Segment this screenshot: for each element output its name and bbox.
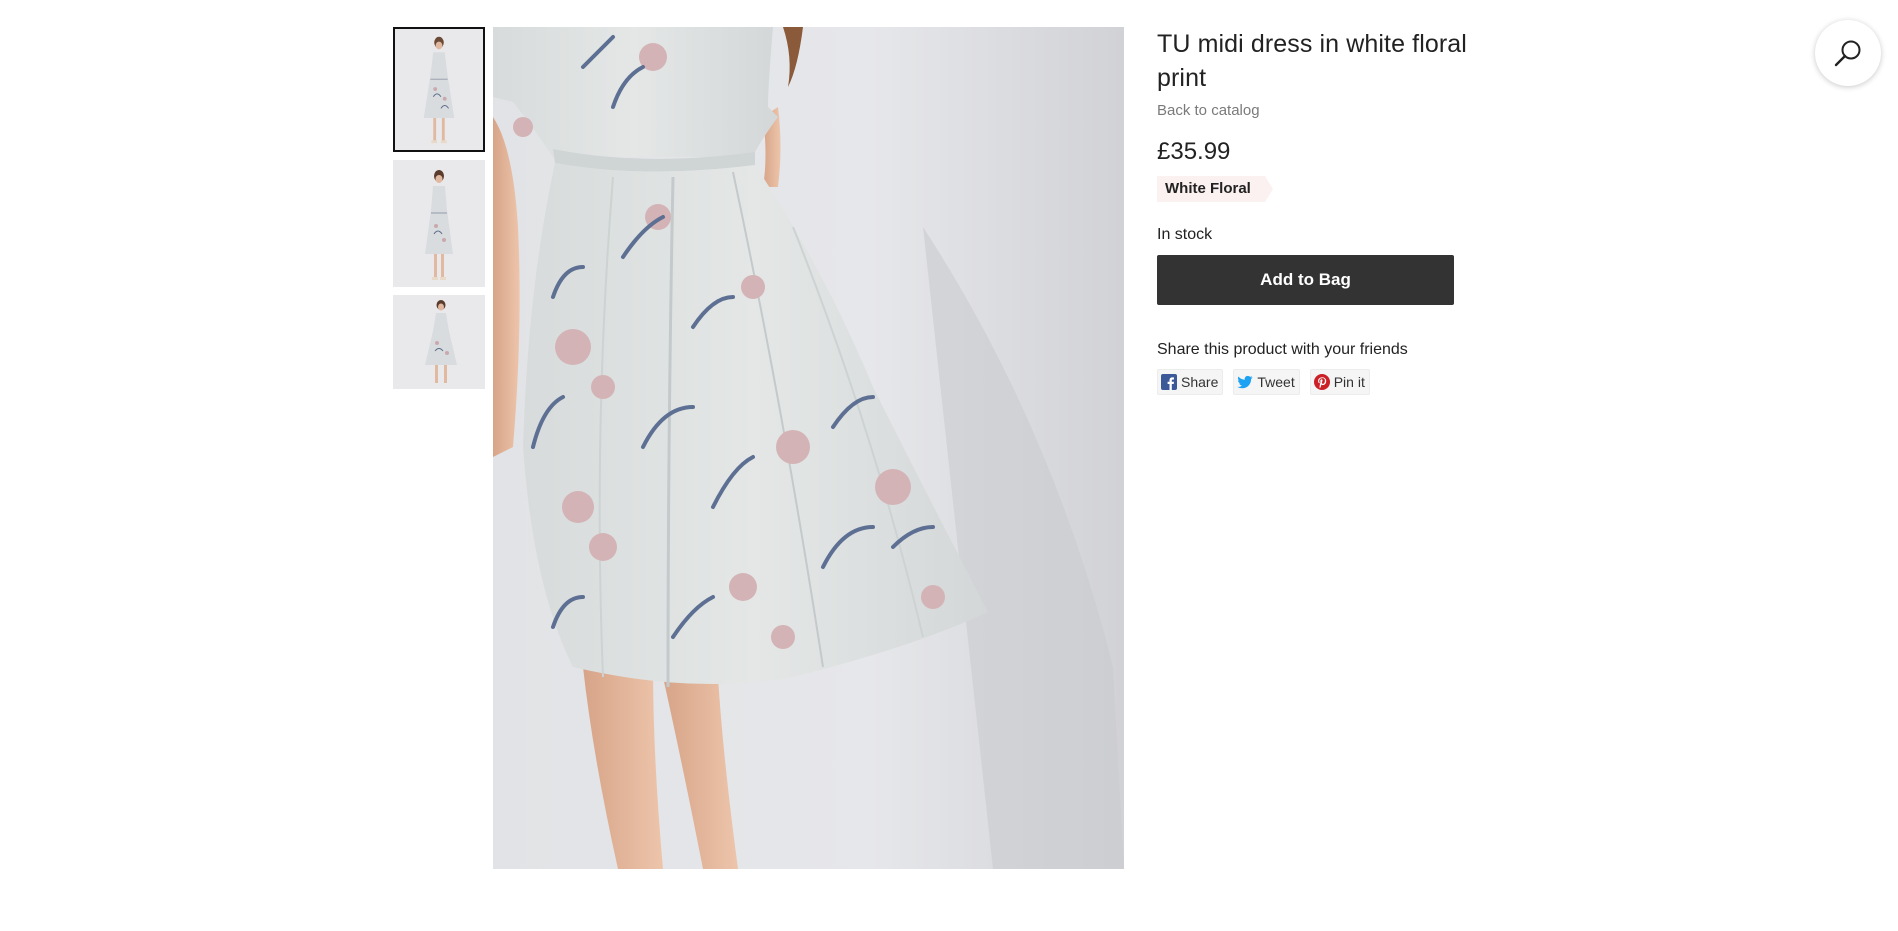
facebook-icon [1161, 374, 1177, 390]
search-button[interactable] [1815, 20, 1881, 86]
thumbnail-dress-walking[interactable] [393, 295, 485, 389]
back-to-catalog-link[interactable]: Back to catalog [1157, 102, 1260, 119]
product-title: TU midi dress in white floral print [1157, 30, 1467, 92]
search-icon [1834, 40, 1861, 67]
thumbnail-dress-side[interactable] [393, 160, 485, 287]
stock-status: In stock [1157, 226, 1213, 243]
share-heading: Share this product with your friends [1157, 341, 1408, 358]
product-page: TU midi dress in white floral print Back… [0, 0, 1898, 931]
variant-tag: White Floral [1157, 176, 1273, 202]
facebook-share-label: Share [1181, 374, 1219, 390]
pinterest-share-label: Pin it [1333, 374, 1365, 390]
twitter-icon [1237, 375, 1253, 389]
product-price: £35.99 [1157, 138, 1231, 165]
main-product-image[interactable] [493, 27, 1124, 869]
pinterest-icon [1313, 374, 1330, 390]
add-to-bag-button[interactable]: Add to Bag [1157, 255, 1454, 305]
thumbnail-list [393, 27, 485, 397]
twitter-share-button[interactable]: Tweet [1233, 369, 1300, 395]
share-buttons: Share Tweet Pin it [1157, 369, 1497, 395]
facebook-share-button[interactable]: Share [1157, 369, 1224, 395]
pinterest-share-button[interactable]: Pin it [1309, 369, 1370, 395]
twitter-share-label: Tweet [1257, 374, 1295, 390]
thumbnail-dress-front[interactable] [393, 27, 485, 152]
product-info: TU midi dress in white floral print Back… [1157, 27, 1497, 395]
